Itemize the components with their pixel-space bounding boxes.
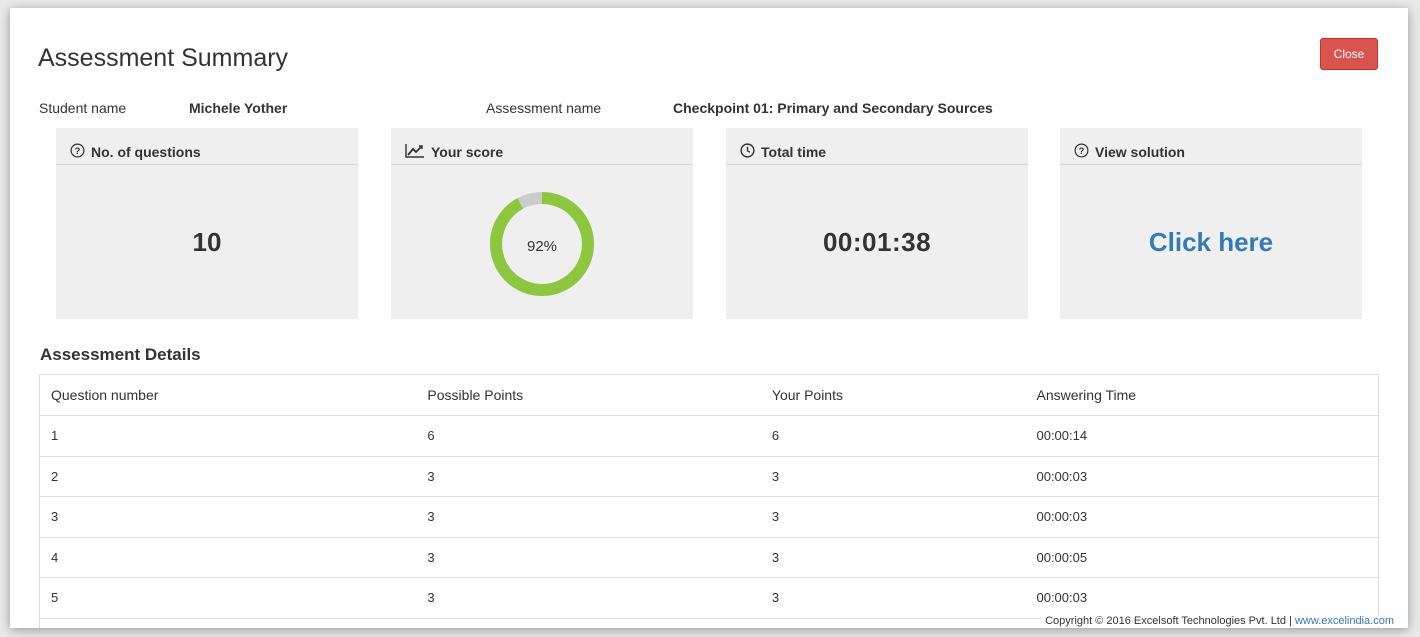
question-circle-icon: ? — [1074, 143, 1089, 161]
score-card: Your score 92% — [391, 128, 693, 319]
solution-card-title: View solution — [1095, 144, 1185, 160]
questions-count: 10 — [192, 227, 222, 257]
table-cell: 3 — [760, 537, 1026, 578]
view-solution-link[interactable]: Click here — [1149, 227, 1273, 258]
time-card-header: Total time — [726, 128, 1028, 165]
svg-text:?: ? — [1079, 146, 1085, 156]
table-cell: 3 — [40, 496, 417, 538]
table-row: 4 3 3 00:00:05 — [40, 537, 1378, 578]
clock-icon — [740, 143, 755, 161]
solution-card-header: ? View solution — [1060, 128, 1362, 165]
copyright-text: Copyright © 2016 Excelsoft Technologies … — [1041, 615, 1398, 627]
student-name-value: Michele Yother — [189, 100, 288, 116]
question-circle-icon: ? — [70, 143, 85, 161]
company-website-link[interactable]: www.excelindia.com — [1295, 615, 1394, 627]
footer: Copyright © 2016 Excelsoft Technologies … — [10, 612, 1408, 628]
details-table-container[interactable]: Question number Possible Points Your Poi… — [39, 374, 1379, 628]
questions-card: ? No. of questions 10 — [56, 128, 358, 319]
table-cell: 00:00:14 — [1025, 415, 1378, 457]
solution-card: ? View solution Click here — [1060, 128, 1362, 319]
close-button[interactable]: Close — [1320, 38, 1378, 70]
table-cell: 3 — [416, 456, 761, 497]
column-header: Answering Time — [1025, 375, 1378, 416]
score-percent: 92% — [526, 238, 558, 255]
time-card: Total time 00:01:38 — [726, 128, 1028, 319]
score-donut: 92% — [488, 190, 596, 298]
assessment-name-label: Assessment name — [486, 100, 602, 116]
table-cell: 00:00:03 — [1025, 496, 1378, 538]
table-cell: 1 — [40, 415, 417, 457]
column-header: Question number — [40, 375, 417, 416]
table-cell: 6 — [760, 415, 1026, 457]
table-cell: 6 — [416, 415, 761, 457]
details-table: Question number Possible Points Your Poi… — [40, 375, 1378, 619]
table-row: 2 3 3 00:00:03 — [40, 456, 1378, 497]
table-cell: 4 — [40, 537, 417, 578]
table-cell: 00:00:03 — [1025, 456, 1378, 497]
student-name-label: Student name — [39, 100, 127, 116]
table-row: 3 3 3 00:00:03 — [40, 496, 1378, 538]
page-title: Assessment Summary — [38, 44, 289, 72]
table-row: 1 6 6 00:00:14 — [40, 415, 1378, 457]
svg-text:?: ? — [75, 146, 81, 156]
table-cell: 3 — [760, 456, 1026, 497]
table-cell: 3 — [416, 496, 761, 538]
table-cell: 3 — [760, 496, 1026, 538]
column-header: Possible Points — [416, 375, 761, 416]
questions-card-title: No. of questions — [91, 144, 201, 160]
time-card-title: Total time — [761, 144, 827, 160]
table-cell: 2 — [40, 456, 417, 497]
score-card-header: Your score — [391, 128, 693, 165]
details-section-title: Assessment Details — [40, 345, 201, 364]
column-header: Your Points — [760, 375, 1026, 416]
questions-card-header: ? No. of questions — [56, 128, 358, 165]
total-time-value: 00:01:38 — [822, 227, 932, 257]
copyright-label: Copyright © 2016 Excelsoft Technologies … — [1045, 615, 1295, 627]
line-chart-icon — [405, 143, 425, 161]
assessment-name-value: Checkpoint 01: Primary and Secondary Sou… — [673, 100, 993, 116]
score-card-title: Your score — [431, 144, 504, 160]
table-cell: 3 — [416, 537, 761, 578]
table-header-row: Question number Possible Points Your Poi… — [40, 375, 1378, 416]
table-cell: 00:00:05 — [1025, 537, 1378, 578]
assessment-summary-modal: Assessment Summary Close Student name Mi… — [10, 8, 1408, 628]
